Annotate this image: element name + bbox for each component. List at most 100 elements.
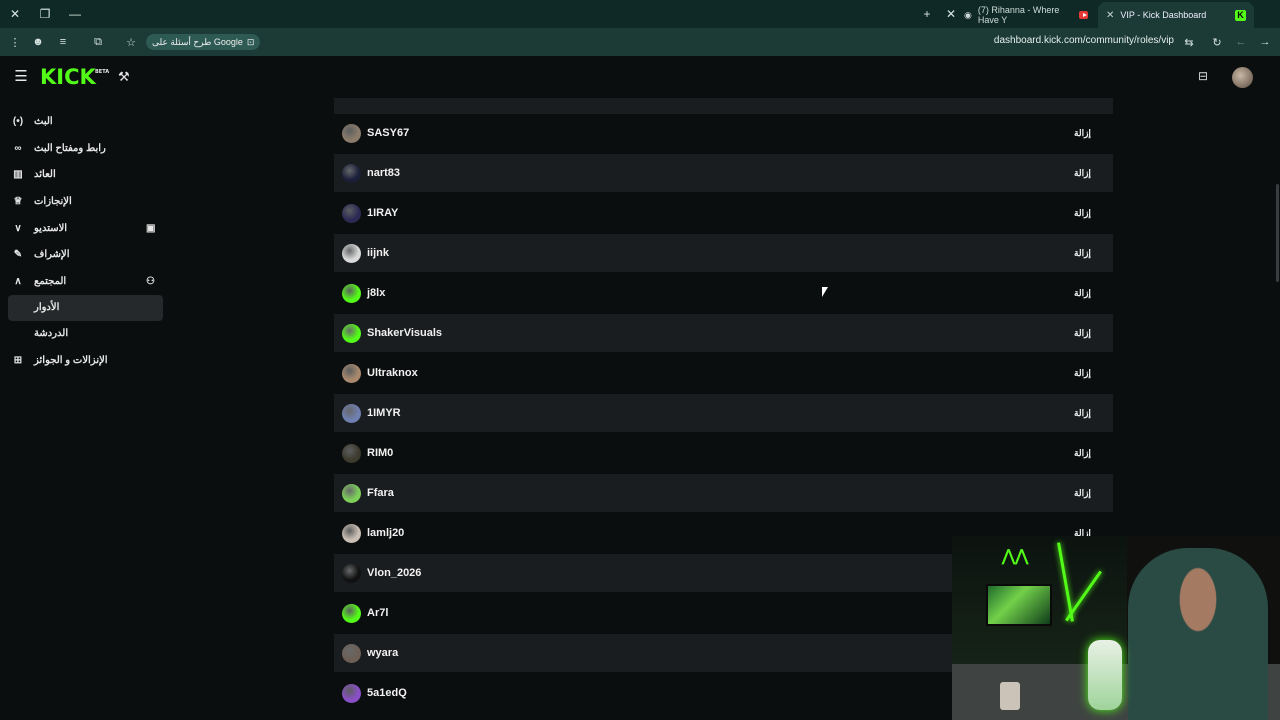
minimize-window-icon[interactable]: — [60,0,90,28]
avatar[interactable] [1232,67,1253,88]
tab-kick-dashboard[interactable]: ✕ VIP - Kick Dashboard K [1098,2,1254,28]
username[interactable]: nart83 [367,167,400,179]
username[interactable]: 1IRAY [367,207,398,219]
webcam-overlay: ⋀⋀ [952,536,1280,720]
sidebar-item-label: الإنزالات و الجوائز [34,354,108,366]
username[interactable]: ShakerVisuals [367,327,442,339]
avatar[interactable] [342,243,361,263]
reload-icon[interactable]: ↻ [1208,33,1226,51]
wrench-icon: ✎ [13,249,23,261]
avatar[interactable] [342,403,361,423]
profile-avatar-icon[interactable]: ☻ [29,33,47,51]
url-text[interactable]: dashboard.kick.com/community/roles/vip [994,35,1174,46]
remove-button[interactable]: إزالة [1074,288,1091,299]
avatar[interactable] [342,563,361,583]
remove-button[interactable]: إزالة [1074,328,1091,339]
google-ask-chip[interactable]: طرح أسئلة على Google ⊡ [146,34,261,50]
back-icon[interactable]: ← [1232,33,1250,51]
sidebar-item-stream-key[interactable]: ∞ رابط ومفتاح البث [0,135,170,162]
studio-window-icon[interactable]: ▣ [146,223,155,234]
google-ask-label: طرح أسئلة على Google [152,36,243,47]
sidebar-item-achievements[interactable]: ♕ الإنجازات [0,188,170,215]
neon-logo-icon: ⋀⋀ [1002,548,1029,565]
list-item: 1IRAY إزالة [334,194,1113,232]
broadcast-icon: (•) [12,115,24,127]
page-scrollbar[interactable] [1276,184,1279,282]
remove-button[interactable]: إزالة [1074,448,1091,459]
username[interactable]: Vlon_2026 [367,567,421,579]
remove-button[interactable]: إزالة [1074,208,1091,219]
username[interactable]: 1IMYR [367,407,401,419]
remove-button[interactable]: إزالة [1074,128,1091,139]
username[interactable]: j8lx [367,287,385,299]
sidebar-item-label: الإنجازات [34,195,72,207]
username[interactable]: RIM0 [367,447,393,459]
avatar[interactable] [342,683,361,703]
sidebar-item-roles[interactable]: الأدوار [8,294,163,321]
username[interactable]: SASY67 [367,127,409,139]
avatar[interactable] [342,323,361,343]
remove-button[interactable]: إزالة [1074,248,1091,259]
list-item: j8lx إزالة [334,274,1113,312]
chevron-down-icon: ∨ [14,222,22,234]
close-window-icon[interactable]: ✕ [0,0,30,28]
sidebar-item-label: الدردشة [34,328,69,340]
list-item: 1IMYR إزالة [334,394,1113,432]
streamer [1128,548,1268,720]
link-icon: ∞ [14,142,22,154]
remove-button[interactable]: إزالة [1074,368,1091,379]
sidebar-item-chat[interactable]: الدردشة [8,321,163,347]
list-item: iijnk إزالة [334,234,1113,272]
avatar[interactable] [342,163,361,183]
avatar[interactable] [342,523,361,543]
kick-logo[interactable]: KICK BETA [40,65,109,89]
sidebar-item-label: الإشراف [34,249,70,261]
username[interactable]: lamlj20 [367,527,404,539]
forward-icon[interactable]: → [1256,33,1274,51]
hamburger-menu-icon[interactable]: ☰ [12,68,30,86]
sidebar-item-revenue[interactable]: ▥ العائد [0,161,170,188]
avatar[interactable] [342,283,361,303]
username[interactable]: Ultraknox [367,367,418,379]
stream-manager-icon[interactable]: ⊟ [1198,69,1208,83]
site-settings-icon[interactable]: ⇆ [1180,33,1198,51]
username[interactable]: iijnk [367,247,389,259]
logo-text: KICK [40,65,96,89]
list-item: Ffara إزالة [334,474,1113,512]
username[interactable]: Ar7l [367,607,388,619]
remove-button[interactable]: إزالة [1074,488,1091,499]
list-item [334,98,1113,114]
avatar[interactable] [342,363,361,383]
avatar[interactable] [342,123,361,143]
bookmark-star-icon[interactable]: ☆ [122,33,140,51]
hammer-icon[interactable]: ⚒ [118,69,130,85]
reading-list-icon[interactable]: ≡ [54,33,72,51]
sidebar-item-label: المجتمع [34,275,67,287]
address-bar: ⋮ ☻ ≡ ⧉ ☆ طرح أسئلة على Google ⊡ dashboa… [0,28,1280,56]
audio-icon: ◉ [964,9,972,20]
menu-dots-icon[interactable]: ⋮ [6,33,24,51]
username[interactable]: wyara [367,647,398,659]
sidebar: (•) البث ∞ رابط ومفتاح البث ▥ العائد ♕ ا… [0,108,170,374]
sidebar-item-moderation[interactable]: ✎ الإشراف [0,241,170,268]
sidebar-item-studio[interactable]: ∨ الاستديو ▣ [0,215,170,242]
list-item: RIM0 إزالة [334,434,1113,472]
tab-rihanna[interactable]: ◉ (7) Rihanna - Where Have Y [956,2,1096,28]
remove-button[interactable]: إزالة [1074,408,1091,419]
mouse-cursor-icon [822,287,828,297]
username[interactable]: Ffara [367,487,394,499]
sidebar-item-stream[interactable]: (•) البث [0,108,170,135]
restore-window-icon[interactable]: ❐ [30,0,60,28]
sidebar-item-drops[interactable]: ⊞ الإنزالات و الجوائز [0,347,170,374]
avatar[interactable] [342,603,361,623]
avatar[interactable] [342,643,361,663]
extensions-icon[interactable]: ⧉ [89,33,107,51]
avatar[interactable] [342,203,361,223]
avatar[interactable] [342,443,361,463]
sidebar-item-community[interactable]: ∧ المجتمع ⚇ [0,268,170,295]
close-tab-icon[interactable]: ✕ [1106,10,1114,21]
remove-button[interactable]: إزالة [1074,168,1091,179]
chevron-up-icon: ∧ [14,275,22,287]
avatar[interactable] [342,483,361,503]
username[interactable]: 5a1edQ [367,687,407,699]
